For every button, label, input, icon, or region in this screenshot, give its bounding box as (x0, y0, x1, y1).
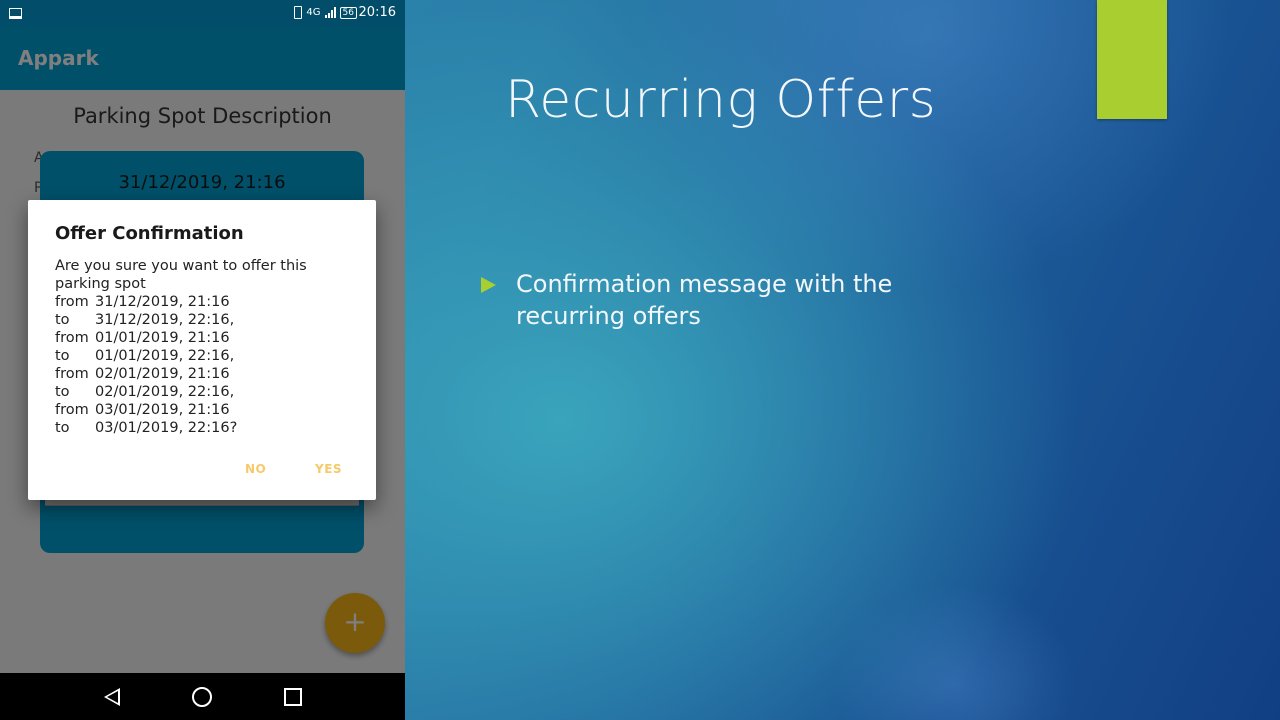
status-icons: 4G 56 (294, 6, 357, 19)
schedule-value: 31/12/2019, 22:16, (95, 312, 235, 328)
schedule-value: 02/01/2019, 22:16, (95, 384, 235, 400)
schedule-row: to 31/12/2019, 22:16, (55, 311, 355, 329)
schedule-value: 03/01/2019, 21:16 (95, 402, 230, 418)
schedule-row: to 02/01/2019, 22:16, (55, 383, 355, 401)
schedule-list: from 31/12/2019, 21:16 to 31/12/2019, 22:16… (55, 293, 355, 437)
schedule-key: from (55, 402, 89, 418)
battery-icon: 56 (339, 6, 357, 19)
schedule-key: to (55, 348, 70, 364)
schedule-value: 01/01/2019, 22:16, (95, 348, 235, 364)
schedule-key: from (55, 330, 89, 346)
navigation-bar (0, 673, 405, 720)
dialog-message: Are you sure you want to offer this park… (55, 257, 355, 437)
bullet-item: Confirmation message with the recurring … (481, 268, 951, 332)
yes-button[interactable]: YES (315, 462, 342, 476)
schedule-key: to (55, 384, 70, 400)
schedule-row: to 03/01/2019, 22:16? (55, 419, 355, 437)
slide-title: Recurring Offers (505, 70, 937, 130)
status-bar: 4G 56 20:16 (0, 0, 405, 27)
recents-icon[interactable] (284, 688, 302, 706)
schedule-key: to (55, 312, 70, 328)
schedule-value: 31/12/2019, 21:16 (95, 294, 230, 310)
schedule-value: 03/01/2019, 22:16? (95, 420, 238, 436)
schedule-row: to 01/01/2019, 22:16, (55, 347, 355, 365)
dialog-title: Offer Confirmation (55, 223, 244, 244)
schedule-key: to (55, 420, 70, 436)
home-icon[interactable] (192, 687, 212, 707)
bullet-text: Confirmation message with the recurring … (516, 270, 893, 330)
laptop-icon (9, 8, 22, 19)
back-icon[interactable] (104, 688, 120, 706)
network-type: 4G (306, 7, 321, 18)
phone-screenshot: 4G 56 20:16 Appark Parking Spot Descript… (0, 0, 405, 720)
schedule-value: 02/01/2019, 21:16 (95, 366, 230, 382)
schedule-key: from (55, 366, 89, 382)
bullet-arrow-icon (481, 277, 496, 293)
schedule-row: from 01/01/2019, 21:16 (55, 329, 355, 347)
dialog-intro: Are you sure you want to offer this park… (55, 258, 307, 292)
schedule-row: from 31/12/2019, 21:16 (55, 293, 355, 311)
accent-bar (1097, 0, 1167, 119)
schedule-value: 01/01/2019, 21:16 (95, 330, 230, 346)
schedule-row: from 02/01/2019, 21:16 (55, 365, 355, 383)
offer-confirmation-dialog: Offer Confirmation Are you sure you want… (28, 200, 376, 500)
status-time: 20:16 (358, 5, 396, 20)
schedule-key: from (55, 294, 89, 310)
vibrate-icon (294, 6, 303, 19)
signal-icon (324, 7, 336, 18)
schedule-row: from 03/01/2019, 21:16 (55, 401, 355, 419)
no-button[interactable]: NO (245, 462, 266, 476)
